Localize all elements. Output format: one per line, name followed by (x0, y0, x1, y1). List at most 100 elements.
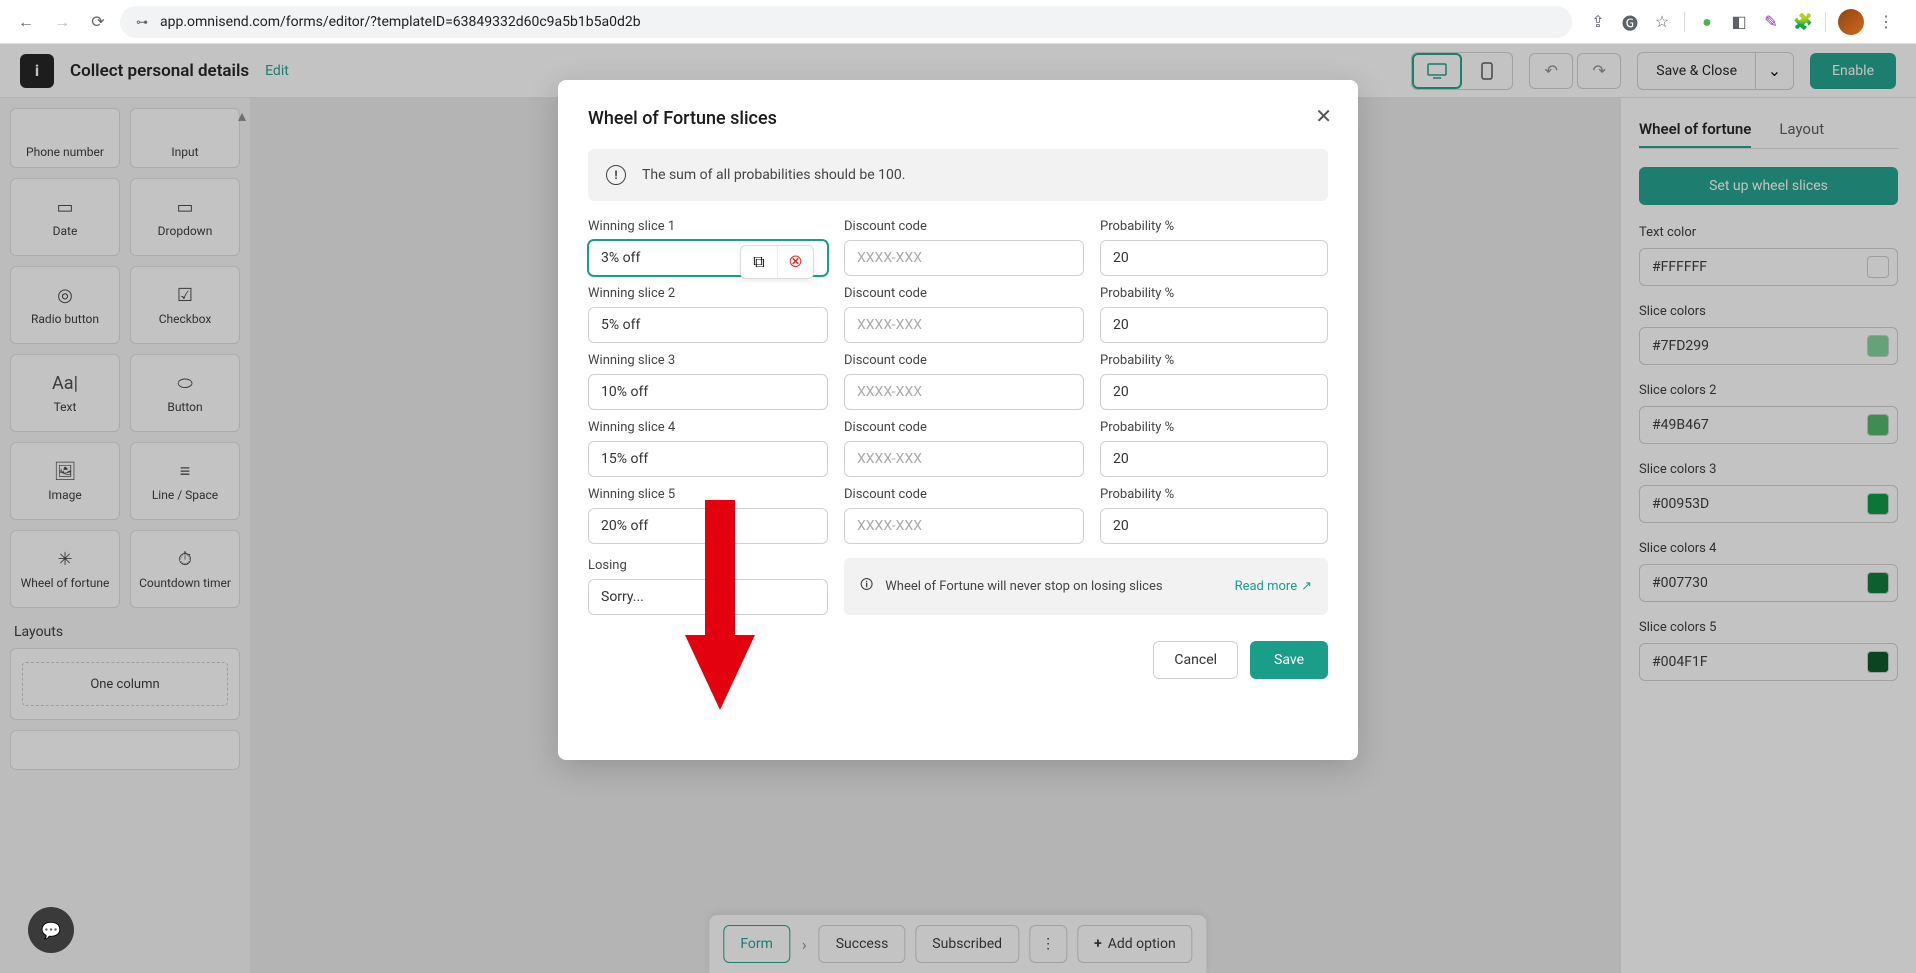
plus-icon: + (1094, 936, 1102, 952)
color-swatch[interactable] (1867, 335, 1889, 357)
button-icon: ⬭ (177, 373, 192, 394)
bookmark-icon[interactable]: ☆ (1652, 12, 1672, 32)
mobile-view-button[interactable] (1462, 53, 1512, 89)
text-color-field[interactable]: #FFFFFF (1639, 248, 1898, 286)
site-info-icon[interactable]: ⊶ (132, 13, 152, 31)
redo-button[interactable]: ↷ (1577, 53, 1621, 89)
slice-2-discount[interactable] (844, 307, 1084, 343)
slice-color-3-label: Slice colors 3 (1639, 462, 1898, 477)
widget-label: Countdown timer (139, 576, 231, 590)
delete-icon[interactable]: ⮿ (777, 246, 813, 278)
app-logo[interactable]: i (20, 54, 54, 88)
translate-icon[interactable]: 🅖 (1620, 12, 1640, 32)
cancel-button[interactable]: Cancel (1153, 641, 1238, 679)
widget-label: Text (54, 400, 77, 414)
step-subscribed[interactable]: Subscribed (915, 925, 1019, 963)
browser-menu-icon[interactable]: ⋮ (1876, 12, 1896, 32)
slice-color-5-field[interactable]: #004F1F (1639, 643, 1898, 681)
layouts-heading: Layouts (14, 624, 236, 640)
scroll-up-icon[interactable]: ▴ (238, 106, 246, 125)
losing-input[interactable] (588, 579, 828, 615)
layout-placeholder[interactable] (10, 730, 240, 770)
slice-color-4-label: Slice colors 4 (1639, 541, 1898, 556)
widget-date[interactable]: ▭Date (10, 178, 120, 256)
widget-text[interactable]: Aa|Text (10, 354, 120, 432)
slice-3-discount[interactable] (844, 374, 1084, 410)
slice-color-4-field[interactable]: #007730 (1639, 564, 1898, 602)
desktop-view-button[interactable] (1412, 53, 1462, 89)
color-value: #004F1F (1652, 654, 1867, 670)
color-value: #49B467 (1652, 417, 1867, 433)
widget-wheel[interactable]: ✳Wheel of fortune (10, 530, 120, 608)
prob-label: Probability % (1100, 286, 1328, 301)
setup-wheel-button[interactable]: Set up wheel slices (1639, 167, 1898, 205)
slice-1-prob[interactable] (1100, 240, 1328, 276)
divider (1684, 12, 1685, 32)
slice-5-label: Winning slice 5 (588, 487, 828, 502)
widget-button[interactable]: ⬭Button (130, 354, 240, 432)
widget-radio[interactable]: ◎Radio button (10, 266, 120, 344)
step-menu[interactable]: ⋮ (1029, 925, 1067, 963)
ext-green-icon[interactable]: ● (1697, 12, 1717, 32)
info-icon: ! (606, 165, 626, 185)
slice-5-prob[interactable] (1100, 508, 1328, 544)
slice-2-input[interactable] (588, 307, 828, 343)
edit-link[interactable]: Edit (265, 63, 289, 79)
slice-color-1-field[interactable]: #7FD299 (1639, 327, 1898, 365)
tab-wheel-of-fortune[interactable]: Wheel of fortune (1639, 112, 1751, 148)
slice-5-input[interactable] (588, 508, 828, 544)
reload-button[interactable]: ⟳ (84, 8, 112, 36)
ext-purple-icon[interactable]: ✎ (1761, 12, 1781, 32)
tab-layout[interactable]: Layout (1779, 112, 1824, 148)
url-bar[interactable]: ⊶ app.omnisend.com/forms/editor/?templat… (120, 6, 1572, 38)
slice-1-discount[interactable] (844, 240, 1084, 276)
slice-3-input[interactable] (588, 374, 828, 410)
color-swatch[interactable] (1867, 572, 1889, 594)
widget-countdown[interactable]: ⏱Countdown timer (130, 530, 240, 608)
read-more-link[interactable]: Read more ↗ (1235, 579, 1312, 594)
slice-2-prob[interactable] (1100, 307, 1328, 343)
slice-color-2-field[interactable]: #49B467 (1639, 406, 1898, 444)
widget-line[interactable]: ≡Line / Space (130, 442, 240, 520)
color-swatch[interactable] (1867, 256, 1889, 278)
widget-dropdown[interactable]: ▭Dropdown (130, 178, 240, 256)
widget-phone-number[interactable]: Phone number (10, 108, 120, 168)
save-close-button[interactable]: Save & Close (1638, 53, 1755, 89)
widget-label: Checkbox (159, 312, 212, 326)
color-swatch[interactable] (1867, 493, 1889, 515)
slice-4-prob[interactable] (1100, 441, 1328, 477)
ext-grey-icon[interactable]: ◧ (1729, 12, 1749, 32)
step-success[interactable]: Success (819, 925, 906, 963)
layout-one-column[interactable]: One column (10, 648, 240, 720)
forward-button[interactable]: → (48, 8, 76, 36)
widget-image[interactable]: 🖼Image (10, 442, 120, 520)
widget-label: Phone number (26, 145, 104, 159)
color-swatch[interactable] (1867, 414, 1889, 436)
text-color-label: Text color (1639, 225, 1898, 240)
modal-close-button[interactable]: ✕ (1315, 104, 1332, 128)
slice-3-prob[interactable] (1100, 374, 1328, 410)
save-button[interactable]: Save (1250, 641, 1328, 679)
widget-input[interactable]: Input (130, 108, 240, 168)
slice-3-label: Winning slice 3 (588, 353, 828, 368)
widget-checkbox[interactable]: ☑Checkbox (130, 266, 240, 344)
install-icon[interactable]: ⇪ (1588, 12, 1608, 32)
slice-color-3-field[interactable]: #00953D (1639, 485, 1898, 523)
extensions-icon[interactable]: 🧩 (1793, 12, 1813, 32)
back-button[interactable]: ← (12, 8, 40, 36)
slice-4-input[interactable] (588, 441, 828, 477)
browser-extensions: ⇪ 🅖 ☆ ● ◧ ✎ 🧩 ⋮ (1580, 9, 1904, 35)
profile-avatar[interactable] (1838, 9, 1864, 35)
duplicate-icon[interactable]: ⧉ (741, 246, 777, 278)
chat-fab[interactable]: 💬 (28, 907, 74, 953)
color-swatch[interactable] (1867, 651, 1889, 673)
slice-4-discount[interactable] (844, 441, 1084, 477)
step-form[interactable]: Form (723, 925, 790, 963)
add-option-button[interactable]: + Add option (1077, 925, 1193, 963)
prob-label: Probability % (1100, 420, 1328, 435)
enable-button[interactable]: Enable (1810, 53, 1896, 89)
save-close-dropdown[interactable]: ⌄ (1755, 53, 1793, 89)
device-toggle (1411, 52, 1513, 90)
undo-button[interactable]: ↶ (1529, 53, 1573, 89)
slice-5-discount[interactable] (844, 508, 1084, 544)
